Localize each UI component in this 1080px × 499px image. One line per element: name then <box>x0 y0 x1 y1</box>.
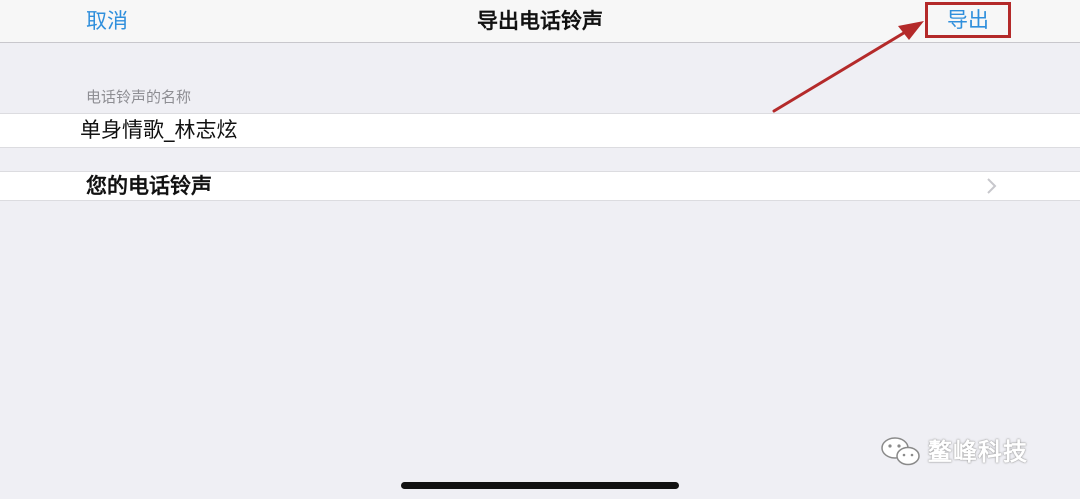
navigation-bar: 取消 导出电话铃声 导出 <box>0 0 1080 43</box>
ringtone-name-field[interactable]: 单身情歌_林志炫 <box>0 113 1080 148</box>
annotation-arrow <box>772 21 924 113</box>
ringtone-name-value[interactable]: 单身情歌_林志炫 <box>80 116 238 144</box>
export-button[interactable]: 导出 <box>925 2 1011 38</box>
your-ringtones-label: 您的电话铃声 <box>86 174 212 198</box>
wechat-icon <box>881 437 920 466</box>
watermark: 鳌峰科技 <box>880 432 1028 472</box>
ringtone-name-header: 电话铃声的名称 <box>86 88 192 106</box>
your-ringtones-row[interactable]: 您的电话铃声 <box>0 171 1080 201</box>
watermark-text: 鳌峰科技 <box>928 438 1028 466</box>
home-indicator[interactable] <box>401 482 679 489</box>
export-ringtone-screen: 取消 导出电话铃声 导出 电话铃声的名称 单身情歌_林志炫 您的电话铃声 鳌峰科… <box>0 0 1080 499</box>
chevron-right-icon <box>987 178 997 194</box>
page-title: 导出电话铃声 <box>477 9 603 33</box>
